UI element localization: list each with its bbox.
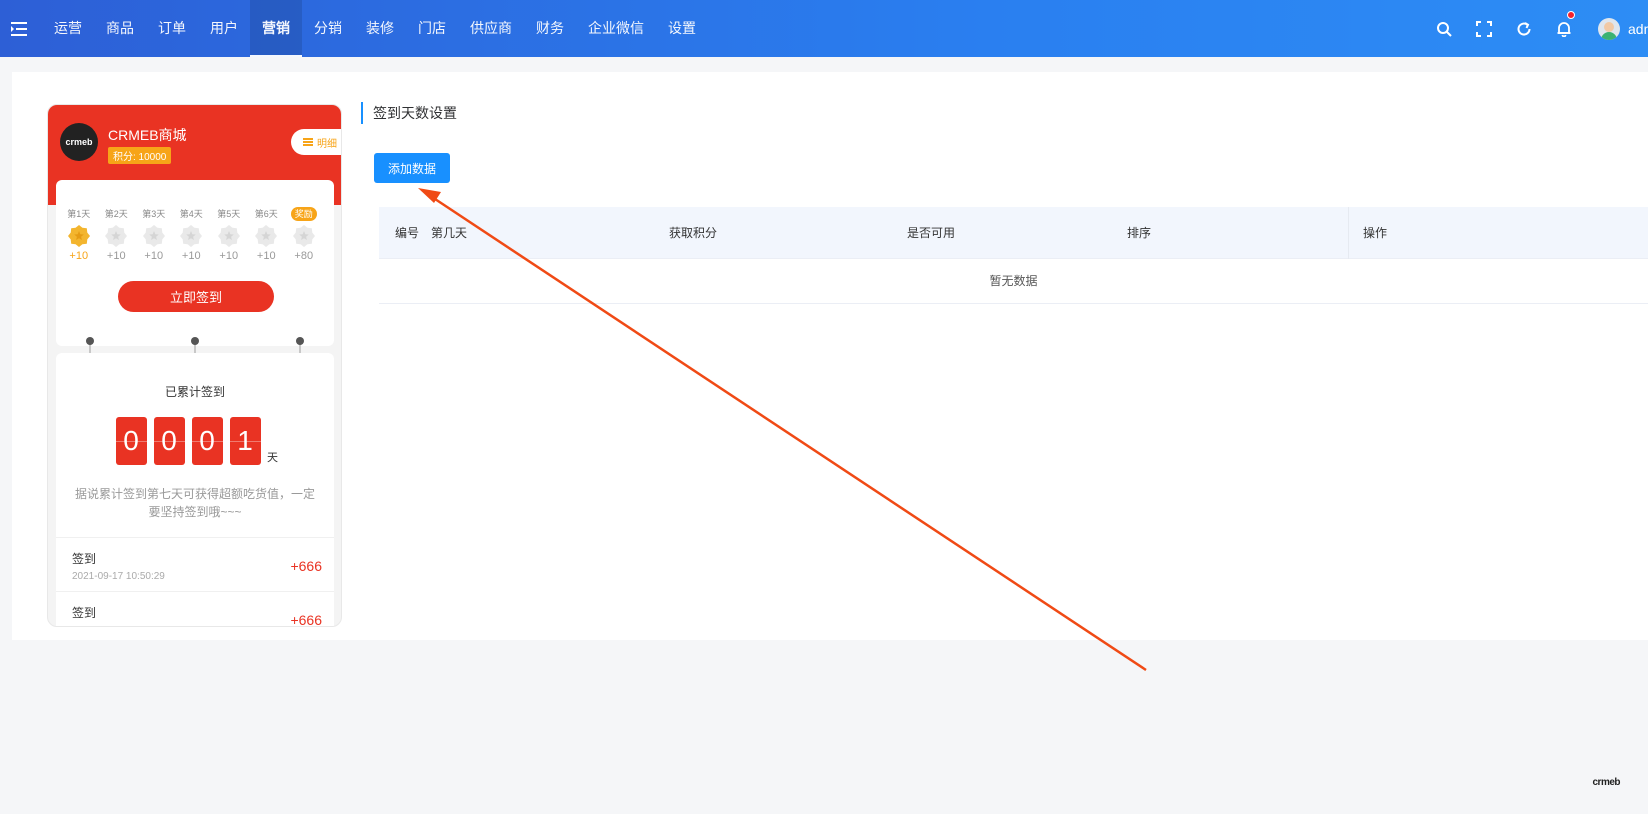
data-table: 编号 第几天 获取积分 是否可用 排序 操作 暂无数据 xyxy=(379,207,1648,304)
shop-logo: crmeb xyxy=(60,123,98,161)
points-tag: 积分: 10000 xyxy=(108,147,172,164)
nav-item-5[interactable]: 分销 xyxy=(302,0,354,57)
counter-digit: 0 xyxy=(153,417,185,465)
day-points: +10 xyxy=(256,250,276,262)
footer-logo: crmeb xyxy=(1592,777,1620,788)
day-item: 第4天 +10 xyxy=(173,204,211,262)
badge-icon xyxy=(292,225,315,247)
day-list: 第1天 +10 第2天 +10 第3天 +10 第4天 +10 第5天 +10 第6天 +10 奖励 +8… xyxy=(56,204,334,262)
record-value: +666 xyxy=(290,612,322,627)
total-tip: 据说累计签到第七天可获得超额吃货值，一定要坚持签到哦~~~ xyxy=(74,487,315,519)
nav-item-0[interactable]: 运营 xyxy=(42,0,94,57)
badge-icon xyxy=(217,225,240,247)
badge-icon xyxy=(180,225,203,247)
counter-digit: 1 xyxy=(229,417,261,465)
record-time: 2021-09-17 10:50:29 xyxy=(72,625,318,626)
nav-item-11[interactable]: 设置 xyxy=(656,0,708,57)
phone-preview: crmeb CRMEB商城 积分: 10000 明细 第1天 +10 第2天 +10 第… xyxy=(47,104,342,627)
nav-item-2[interactable]: 订单 xyxy=(146,0,198,57)
nav-item-8[interactable]: 供应商 xyxy=(458,0,524,57)
badge-icon xyxy=(142,225,165,247)
refresh-icon[interactable] xyxy=(1504,0,1544,57)
search-icon[interactable] xyxy=(1424,0,1464,57)
username[interactable]: admin xyxy=(1628,21,1648,37)
day-label: 第1天 xyxy=(67,209,91,219)
badge-icon xyxy=(255,225,278,247)
shop-name: CRMEB商城 xyxy=(108,127,187,143)
nav-item-3[interactable]: 用户 xyxy=(198,0,250,57)
table-header: 编号 第几天 获取积分 是否可用 排序 操作 xyxy=(379,207,1648,259)
nav-item-1[interactable]: 商品 xyxy=(94,0,146,57)
fullscreen-icon[interactable] xyxy=(1464,0,1504,57)
nav-item-9[interactable]: 财务 xyxy=(524,0,576,57)
counter-unit: 天 xyxy=(267,452,278,464)
day-label: 第3天 xyxy=(142,209,166,219)
total-card: 已累计签到 0001天 据说累计签到第七天可获得超额吃货值，一定要坚持签到哦~~… xyxy=(56,353,334,627)
total-title: 已累计签到 xyxy=(164,385,225,399)
avatar[interactable] xyxy=(1598,17,1620,40)
day-points: +10 xyxy=(219,250,239,262)
day-points: +10 xyxy=(69,250,89,262)
sign-record: 签到 2021-09-17 10:50:29+666 xyxy=(56,591,334,627)
column-header: 获取积分 xyxy=(669,226,718,240)
header-actions: admin xyxy=(1424,0,1648,57)
day-item: 第1天 +10 xyxy=(60,204,98,262)
sign-record: 签到 2021-09-17 10:50:29 +666 xyxy=(56,537,334,591)
notification-bell-icon[interactable] xyxy=(1544,0,1584,57)
day-item: 第5天 +10 xyxy=(210,204,248,262)
sign-now-button[interactable]: 立即签到 xyxy=(118,281,274,312)
record-value: +666 xyxy=(290,558,322,574)
section-title: 签到天数设置 xyxy=(361,102,457,124)
notification-badge xyxy=(1567,11,1575,19)
day-item: 第6天 +10 xyxy=(248,204,286,262)
day-points: +10 xyxy=(144,250,164,262)
day-counter: 0001天 xyxy=(56,417,334,465)
day-label: 奖励 xyxy=(290,207,317,221)
detail-label: 明细 xyxy=(317,138,337,150)
top-navbar: 运营商品订单用户营销分销装修门店供应商财务企业微信设置 admin xyxy=(0,0,1648,57)
column-header: 第几天 xyxy=(431,226,468,240)
main-content: crmeb CRMEB商城 积分: 10000 明细 第1天 +10 第2天 +10 第… xyxy=(12,72,1648,640)
column-divider xyxy=(1348,207,1349,259)
column-header: 操作 xyxy=(1363,226,1388,240)
record-time: 2021-09-17 10:50:29 xyxy=(72,571,165,582)
badge-icon xyxy=(105,225,128,247)
column-header: 排序 xyxy=(1127,226,1152,240)
main-nav: 运营 商品 订单 用户 营销 分销 装修 门店 供应商 财务 企业微信 设置 xyxy=(42,0,708,57)
record-title: 签到 xyxy=(72,552,97,566)
day-item: 第2天 +10 xyxy=(98,204,136,262)
add-data-button[interactable]: 添加数据 xyxy=(374,153,450,183)
day-label: 第4天 xyxy=(179,209,203,219)
nav-item-4[interactable]: 营销 xyxy=(250,0,302,57)
day-points: +10 xyxy=(106,250,126,262)
record-title: 签到 xyxy=(72,606,97,620)
day-label: 第5天 xyxy=(217,209,241,219)
counter-digit: 0 xyxy=(191,417,223,465)
day-points: +80 xyxy=(294,250,314,262)
nav-item-7[interactable]: 门店 xyxy=(406,0,458,57)
nav-item-6[interactable]: 装修 xyxy=(354,0,406,57)
day-label: 第6天 xyxy=(254,209,278,219)
sign-card: 第1天 +10 第2天 +10 第3天 +10 第4天 +10 第5天 +10 第6天 +10 奖励 +8… xyxy=(56,180,334,346)
column-header: 是否可用 xyxy=(907,226,956,240)
list-icon xyxy=(303,138,313,146)
detail-button[interactable]: 明细 xyxy=(291,129,341,155)
day-label: 第2天 xyxy=(104,209,128,219)
empty-state: 暂无数据 xyxy=(379,259,1648,304)
day-item: 奖励 +80 xyxy=(285,204,323,262)
nav-item-10[interactable]: 企业微信 xyxy=(576,0,656,57)
menu-toggle-icon[interactable] xyxy=(0,0,38,57)
counter-digit: 0 xyxy=(115,417,147,465)
day-item: 第3天 +10 xyxy=(135,204,173,262)
column-header: 编号 xyxy=(395,226,420,240)
day-points: +10 xyxy=(181,250,201,262)
badge-icon xyxy=(67,225,90,247)
